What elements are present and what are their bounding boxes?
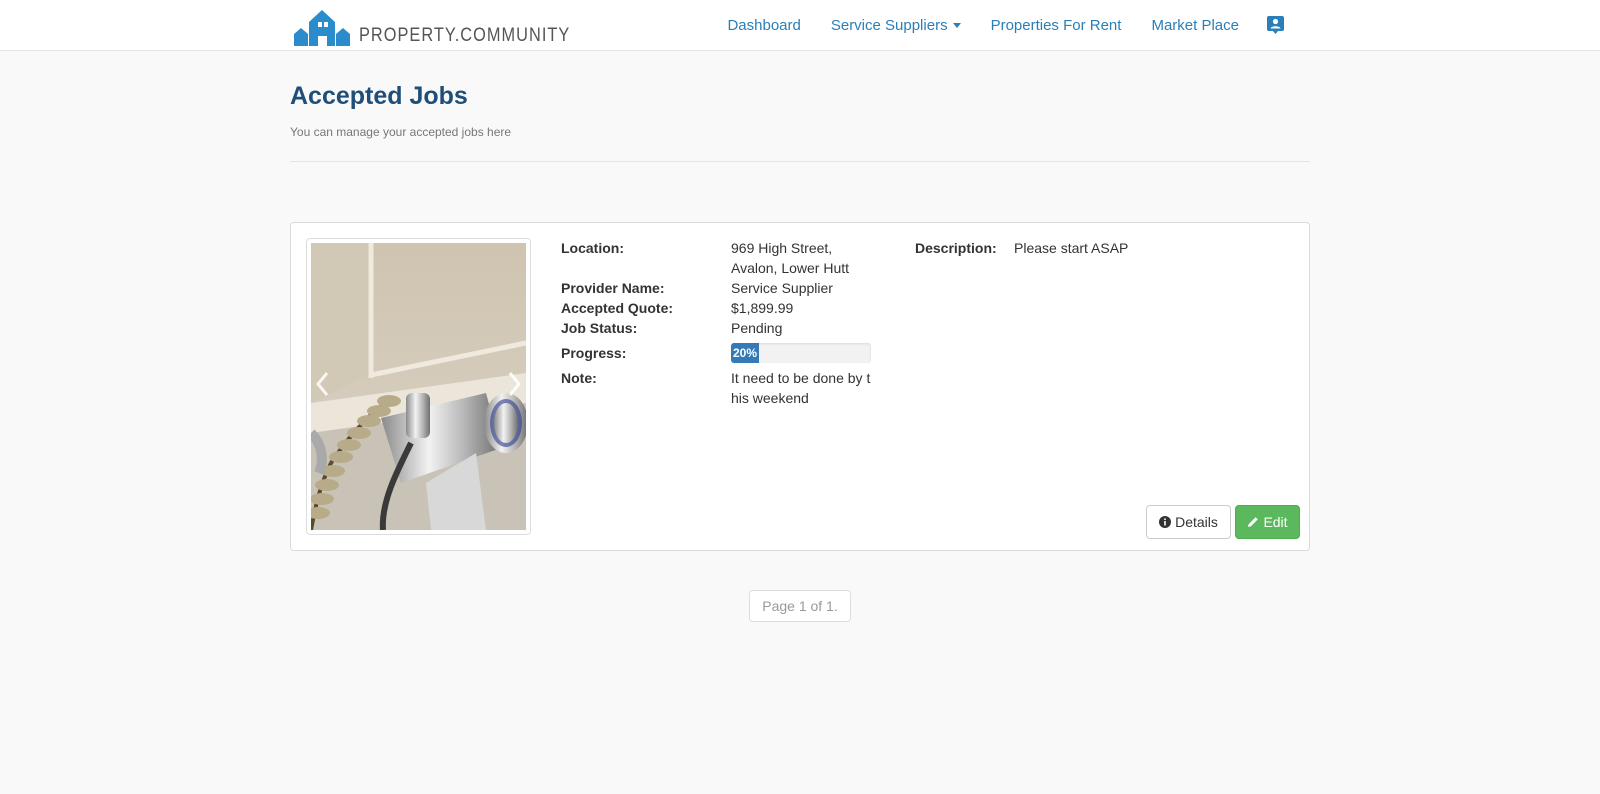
quote-label: Accepted Quote: <box>561 300 674 316</box>
pencil-icon <box>1247 516 1259 528</box>
location-label: Location: <box>561 240 624 256</box>
note-label: Note: <box>561 370 597 386</box>
provider-label: Provider Name: <box>561 280 665 296</box>
note-value: It need to be done by this weekend <box>731 370 871 406</box>
details-button-label: Details <box>1175 514 1218 530</box>
house-logo-icon <box>294 10 350 46</box>
chevron-left-icon[interactable] <box>313 369 333 399</box>
quote-value: $1,899.99 <box>731 300 794 316</box>
brand-logo[interactable]: PROPERTY.COMMUNITY <box>294 4 605 46</box>
progress-label: Progress: <box>561 345 627 361</box>
nav-market-place[interactable]: Market Place <box>1151 17 1239 34</box>
job-card: Location: 969 High Street, Avalon, Lower… <box>290 222 1310 551</box>
status-label: Job Status: <box>561 320 638 336</box>
page-subtitle: You can manage your accepted jobs here <box>290 125 512 139</box>
nav-properties-for-rent[interactable]: Properties For Rent <box>991 17 1122 34</box>
brand-name: PROPERTY.COMMUNITY <box>359 25 571 46</box>
navbar: PROPERTY.COMMUNITY Dashboard Service Sup… <box>0 0 1600 51</box>
user-card-icon[interactable] <box>1267 16 1284 34</box>
edit-button[interactable]: Edit <box>1235 505 1300 539</box>
details-button[interactable]: Details <box>1146 505 1231 539</box>
header-divider <box>290 161 1310 162</box>
nav-service-suppliers-label: Service Suppliers <box>830 16 948 34</box>
nav-service-suppliers[interactable]: Service Suppliers <box>831 17 961 34</box>
nav-dashboard[interactable]: Dashboard <box>727 17 800 34</box>
description-value: Please start ASAP <box>1014 240 1129 256</box>
caret-down-icon <box>952 23 961 29</box>
chevron-right-icon[interactable] <box>504 369 524 399</box>
main-nav: Dashboard Service Suppliers Properties F… <box>697 0 1284 50</box>
progress-bar-track: 20% <box>731 343 871 363</box>
info-icon <box>1159 516 1172 528</box>
progress-bar-fill: 20% <box>731 343 759 363</box>
location-value: 969 High Street, Avalon, Lower Hutt <box>731 240 850 276</box>
description-label: Description: <box>915 240 997 256</box>
page-title: Accepted Jobs <box>290 82 468 110</box>
edit-button-label: Edit <box>1263 514 1288 530</box>
status-value: Pending <box>731 320 783 336</box>
bathroom-tap-photo[interactable] <box>311 243 526 530</box>
provider-value: Service Supplier <box>731 280 833 296</box>
pagination-info: Page 1 of 1. <box>749 590 851 622</box>
job-photo-carousel <box>306 238 531 535</box>
